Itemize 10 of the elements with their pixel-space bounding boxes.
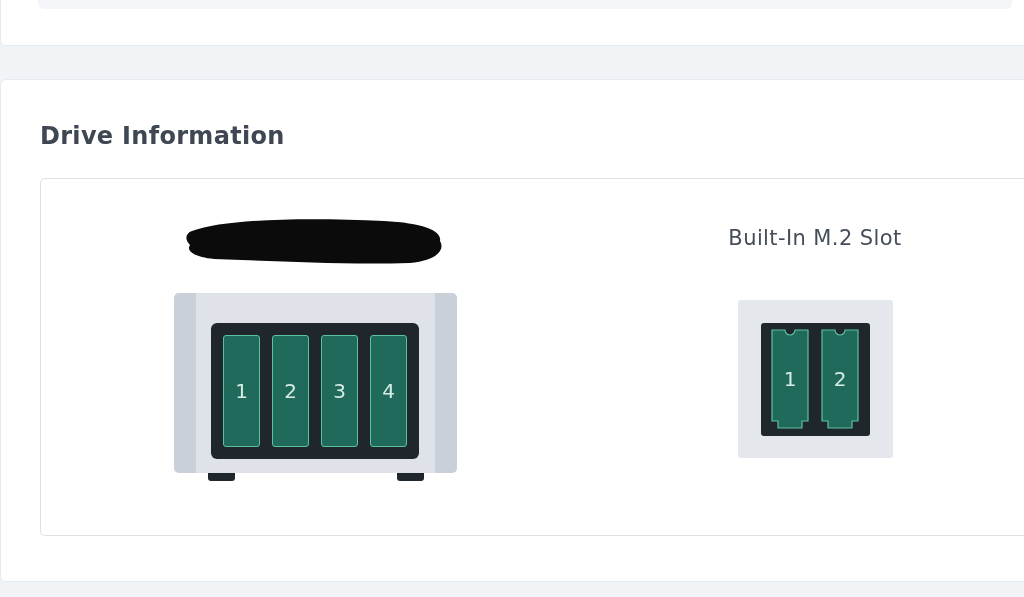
drive-bay[interactable]: 3 (321, 335, 358, 447)
device-foot (207, 473, 235, 481)
drive-bay[interactable]: 1 (223, 335, 260, 447)
m2-slot[interactable]: 1 (771, 329, 809, 429)
section-title: Drive Information (40, 121, 286, 152)
device-foot (396, 473, 424, 481)
slot-title: Built-In M.2 Slot (728, 225, 902, 252)
drive-bay[interactable]: 4 (370, 335, 407, 447)
drive-bay[interactable]: 2 (272, 335, 309, 447)
m2-slot[interactable]: 2 (821, 329, 859, 429)
